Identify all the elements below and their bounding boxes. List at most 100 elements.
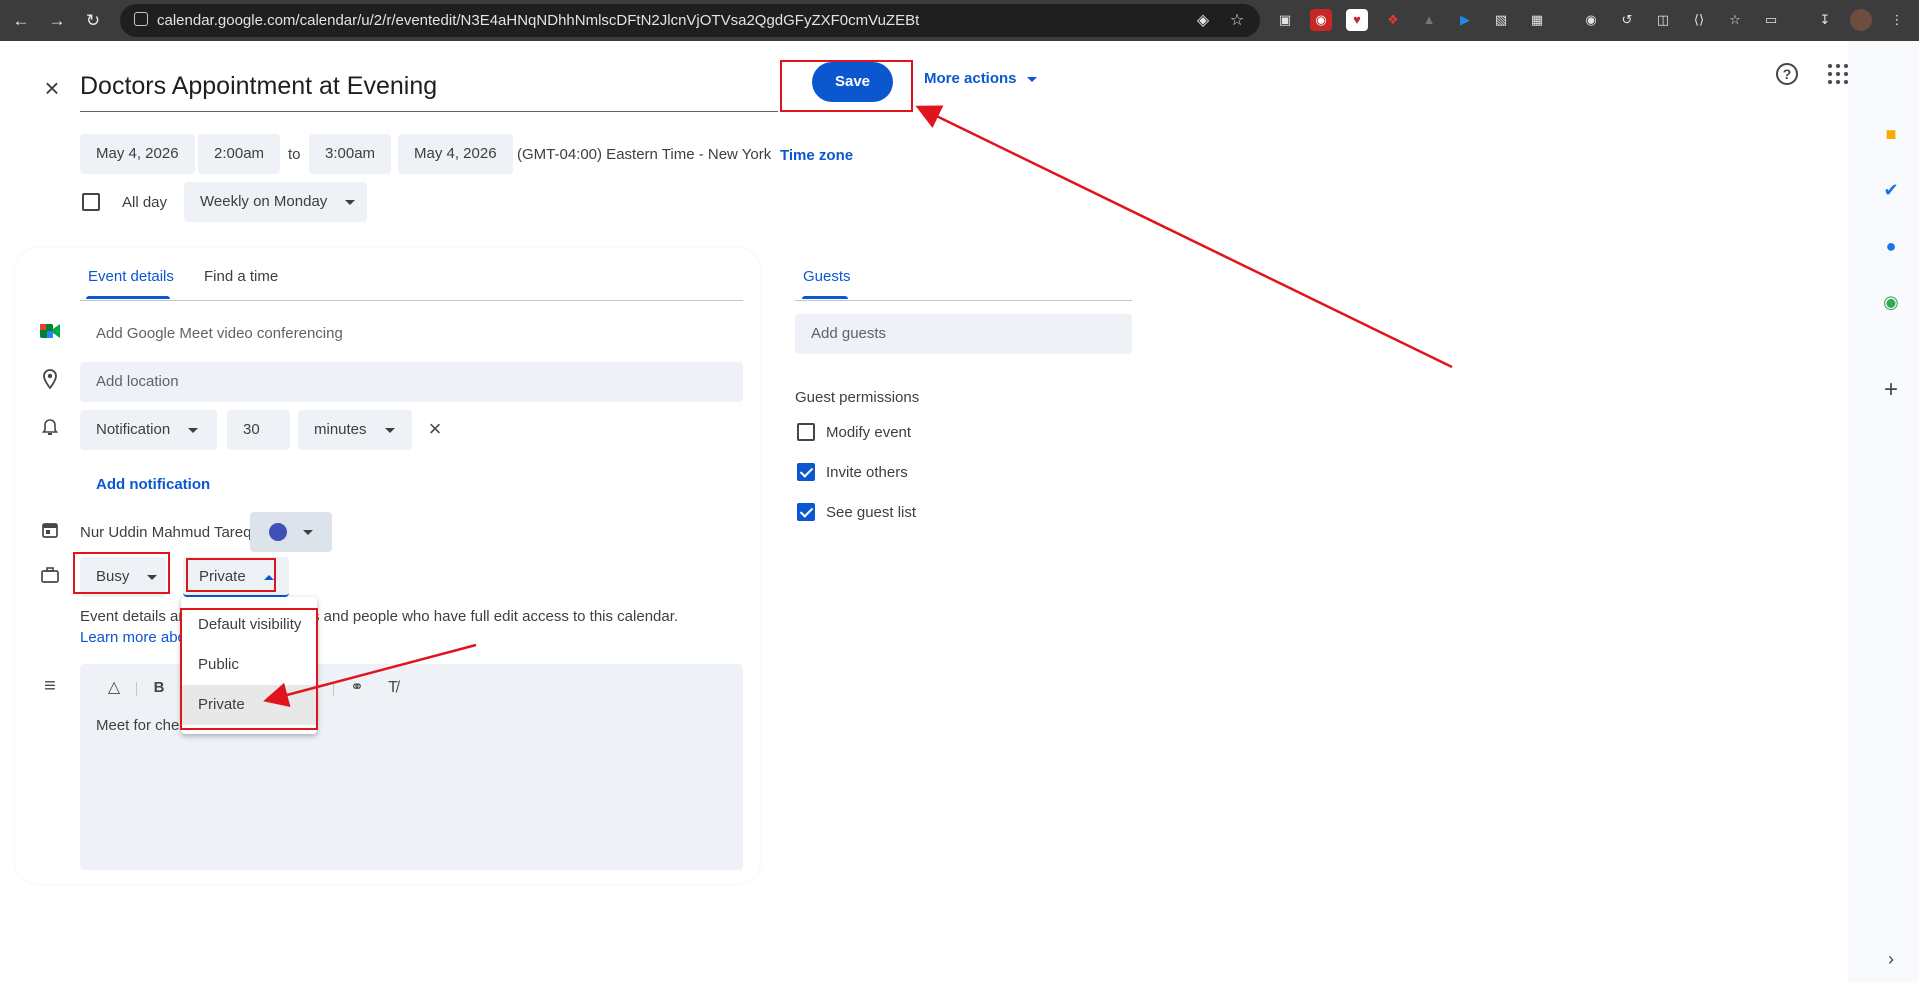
- guests-tab-indicator: [802, 296, 848, 299]
- event-title-field[interactable]: Doctors Appointment at Evening: [80, 66, 778, 112]
- remove-notification-icon[interactable]: ×: [424, 418, 446, 440]
- learn-more-link[interactable]: Learn more abo: [80, 629, 186, 646]
- devtools-icon[interactable]: ⟨⟩: [1688, 9, 1710, 31]
- contacts-icon[interactable]: ●: [1880, 235, 1902, 257]
- modify-event-label: Modify event: [826, 424, 912, 441]
- profile-icon[interactable]: [1850, 9, 1872, 31]
- bold-icon[interactable]: B: [148, 677, 170, 699]
- add-guests-input[interactable]: Add guests: [795, 314, 1132, 354]
- start-date-button[interactable]: May 4, 2026: [80, 134, 195, 174]
- notification-type-value: Notification: [96, 421, 171, 438]
- tab-guests[interactable]: Guests: [803, 268, 851, 285]
- chevron-down-icon: [384, 427, 395, 433]
- tab-find-a-time[interactable]: Find a time: [204, 268, 278, 285]
- color-swatch: [269, 523, 287, 542]
- calendar-owner-name: Nur Uddin Mahmud Tareq: [80, 524, 252, 541]
- notification-type-dropdown[interactable]: Notification: [80, 410, 217, 450]
- location-input[interactable]: Add location: [80, 362, 743, 402]
- modify-event-checkbox[interactable]: [797, 423, 815, 441]
- back-icon[interactable]: ←: [8, 8, 34, 34]
- to-label: to: [288, 146, 301, 163]
- location-pin-icon: [39, 369, 61, 391]
- annotation-box-save: [780, 60, 913, 112]
- chevron-down-icon: [188, 427, 199, 433]
- browser-menu-icon[interactable]: ⋮: [1886, 9, 1908, 31]
- tab-search-icon[interactable]: ◫: [1652, 9, 1674, 31]
- description-icon: ≡: [44, 675, 56, 697]
- tabs-divider: [80, 300, 743, 301]
- extension-grey-icon[interactable]: ▲: [1418, 9, 1440, 31]
- link-icon[interactable]: ⚭: [346, 677, 368, 699]
- extension-s-icon[interactable]: ❖: [1382, 9, 1404, 31]
- forward-icon[interactable]: →: [44, 8, 70, 34]
- toolbar-divider: [136, 682, 137, 696]
- see-guest-list-checkbox[interactable]: [797, 503, 815, 521]
- all-day-checkbox[interactable]: [82, 193, 100, 211]
- help-icon[interactable]: ?: [1776, 63, 1798, 85]
- drive-icon[interactable]: △: [103, 677, 125, 699]
- event-color-dropdown[interactable]: [250, 512, 332, 552]
- start-time-button[interactable]: 2:00am: [198, 134, 281, 174]
- annotation-box-menu: [180, 608, 318, 730]
- recurrence-dropdown[interactable]: Weekly on Monday: [184, 182, 367, 222]
- guests-divider: [795, 300, 1132, 301]
- camera-extension-icon[interactable]: ▣: [1274, 9, 1296, 31]
- reload-icon[interactable]: ↻: [80, 8, 106, 34]
- location-icon[interactable]: ◉: [1580, 9, 1602, 31]
- briefcase-icon: [39, 566, 61, 588]
- calendar-icon: [39, 521, 61, 543]
- timezone-link[interactable]: Time zone: [780, 147, 853, 164]
- history-icon[interactable]: ↺: [1616, 9, 1638, 31]
- add-addon-icon[interactable]: +: [1880, 378, 1902, 402]
- notification-unit-value: minutes: [314, 421, 367, 438]
- notification-unit-dropdown[interactable]: minutes: [298, 410, 412, 450]
- recurrence-value: Weekly on Monday: [200, 193, 328, 210]
- add-meet-button[interactable]: Add Google Meet video conferencing: [96, 325, 343, 342]
- google-meet-icon: [39, 322, 61, 344]
- description-text[interactable]: Meet for chec: [96, 717, 187, 734]
- keep-icon[interactable]: ■: [1880, 123, 1902, 145]
- timezone-text: (GMT-04:00) Eastern Time - New York: [517, 146, 772, 163]
- site-info-icon[interactable]: [134, 12, 148, 26]
- notification-amount-input[interactable]: 30: [227, 410, 290, 450]
- extension-red-icon[interactable]: ◉: [1310, 9, 1332, 31]
- address-bar[interactable]: calendar.google.com/calendar/u/2/r/event…: [120, 4, 1260, 37]
- clear-format-icon[interactable]: T̸: [382, 677, 404, 699]
- tab-event-details[interactable]: Event details: [88, 268, 174, 285]
- active-tab-indicator: [86, 296, 170, 299]
- end-time-button[interactable]: 3:00am: [309, 134, 392, 174]
- add-notification-button[interactable]: Add notification: [96, 476, 210, 493]
- event-title[interactable]: Doctors Appointment at Evening: [80, 66, 778, 106]
- extension-translate-icon[interactable]: ▧: [1490, 9, 1512, 31]
- annotation-box-busy: [73, 552, 170, 594]
- extension-blue-icon[interactable]: ▶: [1454, 9, 1476, 31]
- chevron-down-icon: [303, 529, 313, 535]
- pocket-extension-icon[interactable]: ♥: [1346, 9, 1368, 31]
- visibility-note-start: Event details are: [80, 608, 192, 625]
- tasks-icon[interactable]: ✔: [1880, 179, 1902, 201]
- toolbar-divider: [333, 682, 334, 696]
- extensions-puzzle-icon[interactable]: ▦: [1526, 9, 1548, 31]
- favorites-icon[interactable]: ☆: [1724, 9, 1746, 31]
- bookmark-star-icon[interactable]: ☆: [1226, 10, 1248, 32]
- invite-others-checkbox[interactable]: [797, 463, 815, 481]
- annotation-box-visibility: [186, 558, 276, 592]
- invite-others-label: Invite others: [826, 464, 908, 481]
- apps-grid-icon[interactable]: [1828, 64, 1848, 84]
- guest-permissions-title: Guest permissions: [795, 389, 920, 406]
- trash-icon[interactable]: ▭: [1760, 9, 1782, 31]
- see-guest-list-label: See guest list: [826, 504, 917, 521]
- chevron-right-icon[interactable]: ›: [1880, 948, 1902, 970]
- end-date-button[interactable]: May 4, 2026: [398, 134, 513, 174]
- install-app-icon[interactable]: ◈: [1192, 10, 1214, 32]
- url-text[interactable]: calendar.google.com/calendar/u/2/r/event…: [157, 12, 919, 29]
- download-icon[interactable]: ↧: [1814, 9, 1836, 31]
- more-actions-button[interactable]: More actions: [924, 70, 1037, 87]
- chevron-down-icon: [1026, 76, 1037, 82]
- chevron-down-icon: [345, 199, 356, 205]
- more-actions-label: More actions: [924, 70, 1017, 87]
- maps-icon[interactable]: ◉: [1880, 291, 1902, 313]
- bell-icon: [39, 418, 61, 440]
- close-icon[interactable]: ×: [38, 74, 66, 102]
- all-day-label: All day: [122, 194, 168, 211]
